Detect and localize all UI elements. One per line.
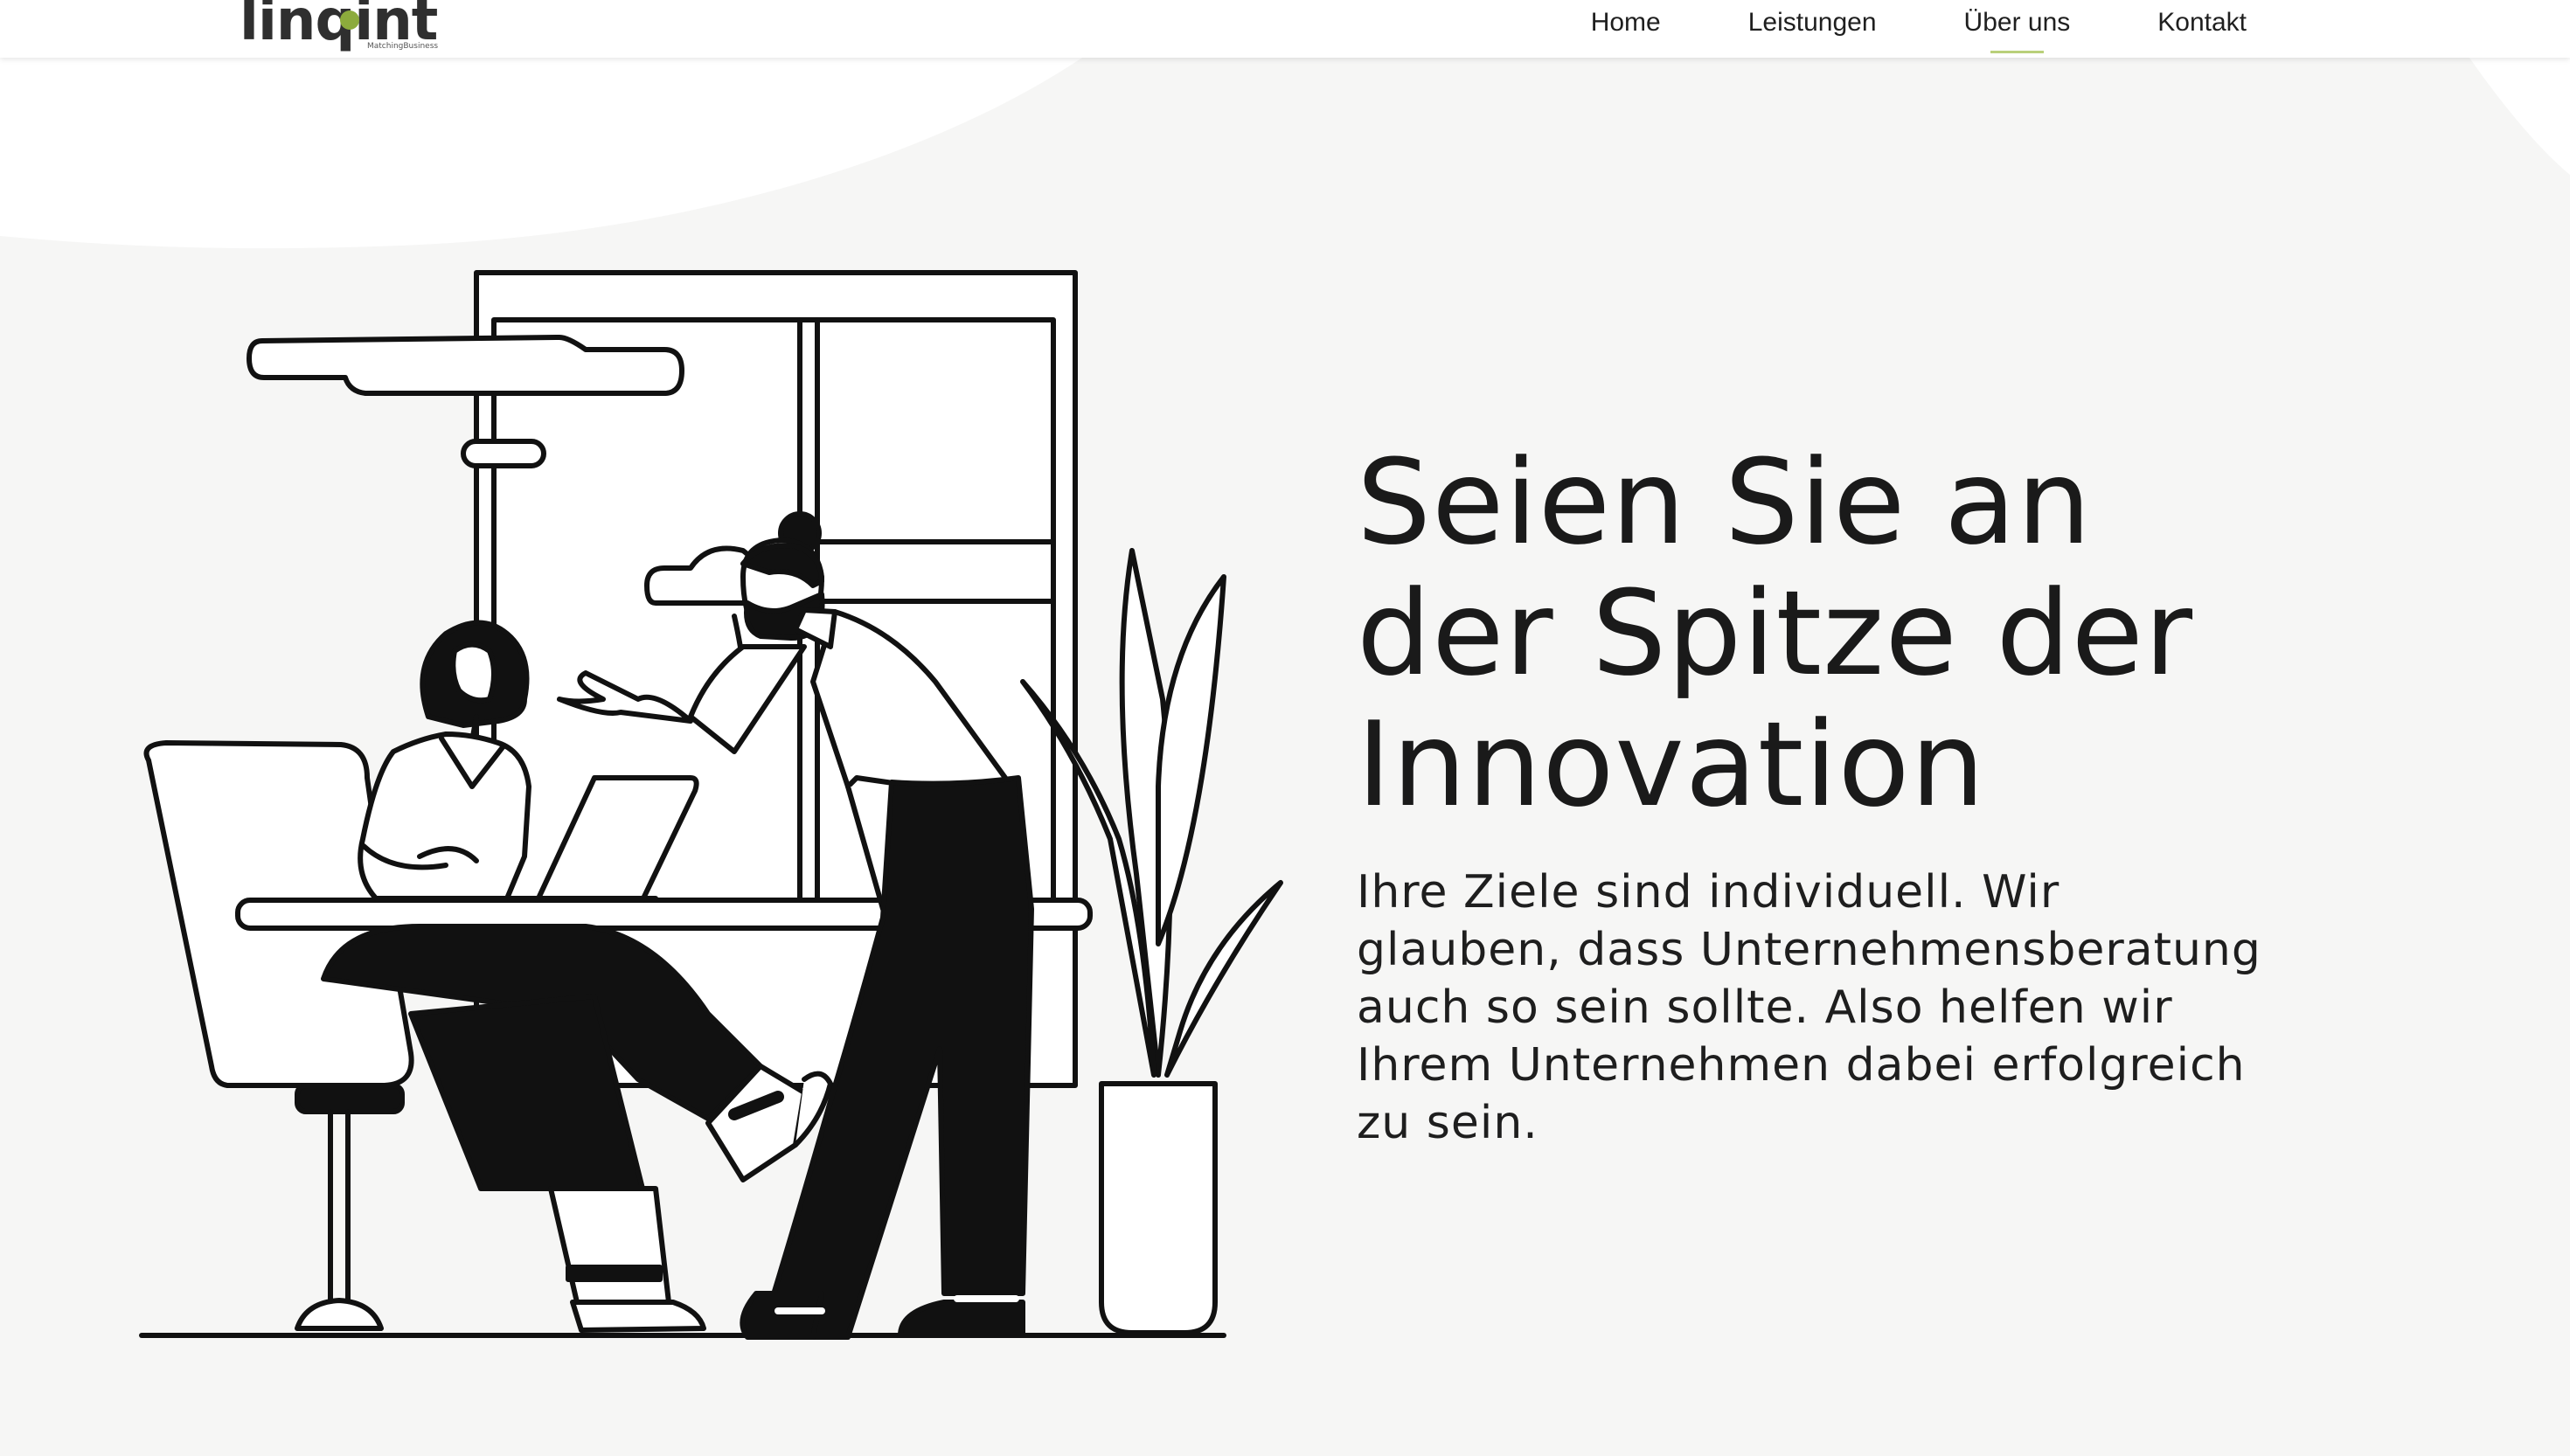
- nav-item-ueber-uns[interactable]: Über uns: [1964, 8, 2070, 53]
- hero-section: Seien Sie an der Spitze der Innovation I…: [1357, 437, 2318, 1197]
- logo-tagline: MatchingBusiness: [367, 42, 439, 51]
- main-navigation: Home Leistungen Über uns Kontakt: [1504, 0, 2247, 53]
- office-meeting-illustration: [139, 270, 1283, 1340]
- brand-logo[interactable]: linqint MatchingBusiness: [240, 0, 449, 58]
- page: linqint MatchingBusiness Home Leistungen…: [0, 0, 2570, 1456]
- nav-item-kontakt[interactable]: Kontakt: [2157, 8, 2247, 38]
- nav-item-leistungen[interactable]: Leistungen: [1748, 8, 1877, 38]
- logo-accent-dot: [340, 10, 359, 30]
- hero-title: Seien Sie an der Spitze der Innovation: [1357, 434, 2194, 833]
- hero-subtitle: Ihre Ziele sind individuell. Wir glauben…: [1357, 866, 2261, 1149]
- top-navbar: linqint MatchingBusiness Home Leistungen…: [0, 0, 2570, 58]
- nav-item-home[interactable]: Home: [1591, 8, 1661, 38]
